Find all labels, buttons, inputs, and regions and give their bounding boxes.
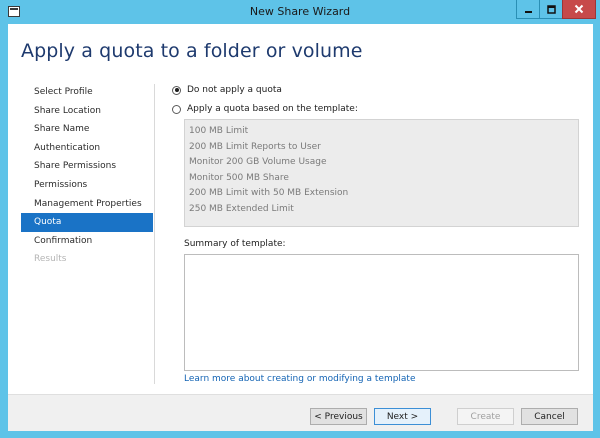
list-item: Monitor 500 MB Share: [189, 172, 289, 183]
nav-item-permissions[interactable]: Permissions: [21, 176, 153, 195]
list-item: 200 MB Limit Reports to User: [189, 141, 321, 152]
nav-item-results: Results: [34, 254, 67, 265]
summary-textbox[interactable]: [184, 254, 579, 371]
create-button: Create: [457, 408, 514, 425]
nav-item-quota[interactable]: Quota: [21, 213, 153, 232]
template-list: 100 MB Limit 200 MB Limit Reports to Use…: [184, 119, 579, 227]
learn-more-link[interactable]: Learn more about creating or modifying a…: [184, 374, 416, 384]
maximize-icon: [547, 4, 556, 14]
no-quota-label[interactable]: Do not apply a quota: [187, 85, 282, 95]
nav-item-share-permissions[interactable]: Share Permissions: [21, 157, 153, 176]
minimize-icon: [525, 10, 532, 13]
wizard-steps-nav: Select Profile Share Location Share Name…: [21, 83, 153, 269]
nav-item-authentication[interactable]: Authentication: [21, 139, 153, 158]
title-bar[interactable]: New Share Wizard: [0, 0, 600, 24]
template-quota-option[interactable]: Apply a quota based on the template:: [172, 104, 358, 114]
no-quota-radio[interactable]: [172, 85, 181, 95]
wizard-footer: < Previous Next > Create Cancel: [8, 394, 593, 431]
list-item: 250 MB Extended Limit: [189, 203, 294, 214]
wizard-window: New Share Wizard Apply a quota to a fold…: [0, 0, 600, 438]
summary-label: Summary of template:: [184, 239, 286, 249]
nav-item-share-location[interactable]: Share Location: [21, 102, 153, 121]
radio-selected-dot: [174, 88, 179, 92]
no-quota-option[interactable]: Do not apply a quota: [172, 85, 282, 95]
next-button[interactable]: Next >: [374, 408, 431, 425]
cancel-button[interactable]: Cancel: [521, 408, 578, 425]
previous-button[interactable]: < Previous: [310, 408, 367, 425]
template-quota-radio[interactable]: [172, 104, 181, 114]
maximize-button[interactable]: [539, 0, 564, 19]
template-quota-label[interactable]: Apply a quota based on the template:: [187, 104, 358, 114]
page-title: Apply a quota to a folder or volume: [21, 40, 363, 62]
nav-item-management-properties[interactable]: Management Properties: [21, 195, 153, 214]
nav-item-select-profile[interactable]: Select Profile: [21, 83, 153, 102]
wizard-body: Apply a quota to a folder or volume Sele…: [8, 24, 593, 431]
list-item: 100 MB Limit: [189, 126, 249, 136]
list-item: 200 MB Limit with 50 MB Extension: [189, 188, 349, 199]
close-icon: [574, 4, 584, 14]
minimize-button[interactable]: [516, 0, 541, 19]
window-title: New Share Wizard: [249, 5, 351, 18]
list-item: Monitor 200 GB Volume Usage: [189, 157, 327, 168]
nav-item-share-name[interactable]: Share Name: [21, 120, 153, 139]
nav-item-confirmation[interactable]: Confirmation: [21, 232, 153, 251]
close-button[interactable]: [562, 0, 596, 19]
nav-divider: [154, 84, 155, 384]
